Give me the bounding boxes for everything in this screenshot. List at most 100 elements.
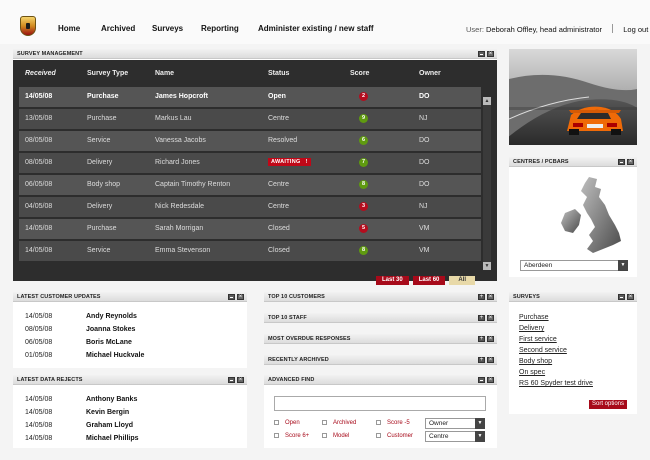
porsche-crest-logo[interactable] [20, 16, 36, 36]
panel-header: ADVANCED FIND [264, 375, 497, 385]
status-badge[interactable]: AWAITING! [268, 158, 311, 166]
nav-home[interactable]: Home [58, 24, 80, 33]
column-header-survey-type[interactable]: Survey Type [87, 70, 128, 77]
survey-link-purchase[interactable]: Purchase [519, 314, 549, 321]
owner-select[interactable]: Owner ▼ [425, 418, 485, 429]
checkbox-archived[interactable]: Archived [322, 420, 356, 426]
panel-title: RECENTLY ARCHIVED [268, 357, 329, 363]
close-icon[interactable] [627, 159, 634, 165]
most-overdue-responses-panel[interactable]: MOST OVERDUE RESPONSES [264, 334, 497, 344]
close-icon[interactable] [487, 315, 494, 321]
panel-title: TOP 10 CUSTOMERS [268, 294, 325, 300]
cell-survey-type: Body shop [87, 181, 121, 188]
filter-last-60-button[interactable]: Last 60 [412, 276, 446, 285]
top-10-staff-panel[interactable]: TOP 10 STAFF [264, 313, 497, 323]
sort-options-button[interactable]: Sort options [589, 400, 628, 409]
table-row[interactable]: 14/05/08 Purchase Sarah Morrigan Closed 5 VM [19, 219, 481, 239]
expand-icon[interactable] [478, 336, 485, 342]
centre-select[interactable]: Aberdeen ▼ [520, 260, 628, 271]
advanced-find-panel: ADVANCED FIND Open Archived Score -5 Sco… [264, 375, 497, 448]
checkbox-score-minus-5[interactable]: Score -5 [376, 420, 410, 426]
expand-icon[interactable] [478, 315, 485, 321]
table-row[interactable]: 08/05/08 Delivery Richard Jones AWAITING! 7 D… [19, 153, 481, 173]
close-icon[interactable] [487, 357, 494, 363]
minimize-icon[interactable] [228, 294, 235, 300]
advanced-find-input[interactable] [274, 396, 486, 411]
grid-scrollbar[interactable]: ▲ ▼ [483, 97, 491, 270]
close-icon[interactable] [237, 377, 244, 383]
logout-link[interactable]: Log out [623, 25, 648, 34]
cell-owner: DO [419, 159, 430, 166]
column-header-received[interactable]: Received [25, 70, 56, 77]
minimize-icon[interactable] [228, 377, 235, 383]
survey-grid: Received Survey Type Name Status Score O… [13, 60, 497, 285]
minimize-icon[interactable] [478, 51, 485, 57]
centres-panel: CENTRES / PCBARS Aberdeen ▼ [509, 157, 637, 277]
checkbox-open[interactable]: Open [274, 420, 300, 426]
chevron-down-icon[interactable]: ▼ [475, 431, 485, 442]
car-banner-image [509, 49, 637, 145]
item-date: 14/05/08 [25, 409, 53, 416]
scroll-down-icon[interactable]: ▼ [483, 262, 491, 270]
table-row[interactable]: 08/05/08 Service Vanessa Jacobs Resolved 6 DO [19, 131, 481, 151]
close-icon[interactable] [237, 294, 244, 300]
cell-owner: VM [419, 247, 430, 254]
nav-reporting[interactable]: Reporting [201, 24, 239, 33]
centre-filter-select[interactable]: Centre ▼ [425, 431, 485, 442]
close-icon[interactable] [487, 377, 494, 383]
expand-icon[interactable] [478, 294, 485, 300]
filter-all-button[interactable]: All [449, 276, 476, 285]
expand-icon[interactable] [478, 357, 485, 363]
cell-survey-type: Purchase [87, 225, 117, 232]
column-header-name[interactable]: Name [155, 70, 174, 77]
scroll-up-icon[interactable]: ▲ [483, 97, 491, 105]
cell-received: 08/05/08 [25, 137, 53, 144]
item-name: Anthony Banks [86, 396, 138, 403]
item-date: 08/05/08 [25, 326, 53, 333]
cell-survey-type: Service [87, 247, 111, 254]
close-icon[interactable] [487, 51, 494, 57]
checkbox-customer[interactable]: Customer [376, 433, 413, 439]
minimize-icon[interactable] [618, 159, 625, 165]
centre-filter-value: Centre [429, 433, 449, 440]
close-icon[interactable] [627, 294, 634, 300]
survey-link-second-service[interactable]: Second service [519, 347, 567, 354]
cell-status: Resolved [268, 137, 298, 144]
close-icon[interactable] [487, 336, 494, 342]
top-10-customers-panel[interactable]: TOP 10 CUSTOMERS [264, 292, 497, 302]
item-date: 14/05/08 [25, 422, 53, 429]
checkbox-model[interactable]: Model [322, 433, 349, 439]
survey-link-on-spec[interactable]: On spec [519, 369, 545, 376]
survey-link-first-service[interactable]: First service [519, 336, 557, 343]
nav-surveys[interactable]: Surveys [152, 24, 183, 33]
survey-link-delivery[interactable]: Delivery [519, 325, 544, 332]
table-row[interactable]: 14/05/08 Service Emma Stevenson Closed 8 VM [19, 241, 481, 261]
panel-header: SURVEY MANAGEMENT [13, 49, 497, 59]
chevron-down-icon[interactable]: ▼ [618, 260, 628, 271]
recently-archived-panel[interactable]: RECENTLY ARCHIVED [264, 355, 497, 365]
filter-last-30-button[interactable]: Last 30 [376, 276, 409, 285]
close-icon[interactable] [487, 294, 494, 300]
survey-link-body-shop[interactable]: Body shop [519, 358, 552, 365]
top-bar: Home Archived Surveys Reporting Administ… [0, 0, 650, 44]
table-row[interactable]: 04/05/08 Delivery Nick Redesdale Centre 3 NJ [19, 197, 481, 217]
panel-title: LATEST CUSTOMER UPDATES [17, 294, 101, 300]
column-header-owner[interactable]: Owner [419, 70, 441, 77]
checkbox-label: Open [285, 420, 300, 426]
table-row[interactable]: 14/05/08 Purchase James Hopcroft Open 2 DO [19, 87, 481, 107]
item-name: Michael Phillips [86, 435, 139, 442]
checkbox-score-6-plus[interactable]: Score 6+ [274, 433, 309, 439]
chevron-down-icon[interactable]: ▼ [475, 418, 485, 429]
column-header-score[interactable]: Score [350, 70, 369, 77]
minimize-icon[interactable] [618, 294, 625, 300]
car-photo [509, 49, 637, 145]
nav-administer-staff[interactable]: Administer existing / new staff [258, 24, 374, 33]
nav-archived[interactable]: Archived [101, 24, 135, 33]
minimize-icon[interactable] [478, 377, 485, 383]
column-header-status[interactable]: Status [268, 70, 289, 77]
uk-map[interactable] [559, 175, 629, 257]
survey-link-rs60-test-drive[interactable]: RS 60 Spyder test drive [519, 380, 593, 387]
table-row[interactable]: 13/05/08 Purchase Markus Lau Centre 9 NJ [19, 109, 481, 129]
checkbox-label: Score -5 [387, 420, 410, 426]
table-row[interactable]: 06/05/08 Body shop Captain Timothy Renton C… [19, 175, 481, 195]
